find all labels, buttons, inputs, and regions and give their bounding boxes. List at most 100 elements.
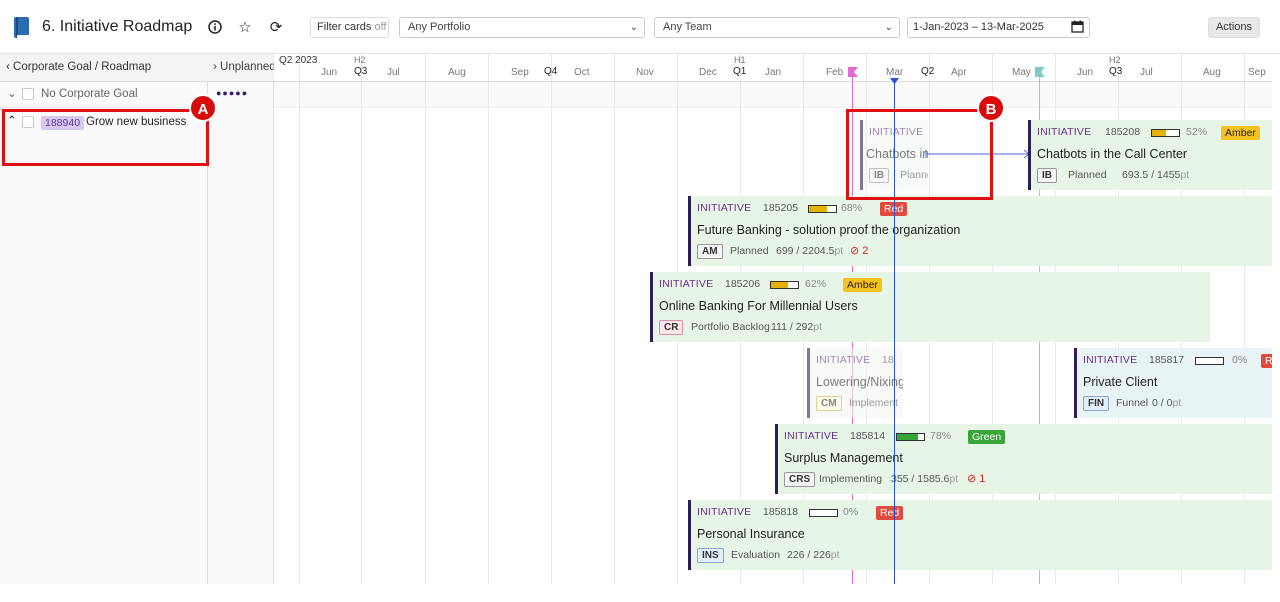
calendar-icon[interactable] [1071,20,1084,33]
half-label: H2 [1109,55,1121,65]
filter-cards-toggle[interactable]: Filter cards off [310,17,389,38]
row-checkbox[interactable] [22,88,34,100]
date-range-input[interactable]: 1-Jan-2023 – 13-Mar-2025 [907,17,1090,38]
card-points: 111 / 292pt [771,321,822,333]
card-id: 18 [882,354,894,366]
month-label: Oct [574,67,590,78]
month-label: Feb [826,67,844,78]
chevron-right-icon[interactable]: › [213,61,217,73]
card-status: Planned [730,245,769,257]
page-title: 6. Initiative Roadmap [42,18,193,35]
actions-button[interactable]: Actions [1208,17,1260,38]
rag-badge: Green [968,430,1006,444]
annotation-marker-b: B [977,94,1005,122]
initiative-card[interactable]: INITIATIVE 185814 78% Green Surplus Mana… [775,424,1272,494]
card-type: INITIATIVE [697,202,752,214]
initiative-card[interactable]: INITIATIVE 185817 0% R Private Client FI… [1074,348,1272,418]
month-label: Apr [951,67,967,78]
chevron-down-icon: ⌄ [884,22,893,33]
card-id: 185205 [763,202,799,214]
date-range-value: 1-Jan-2023 – 13-Mar-2025 [913,21,1044,33]
team-badge: AM [697,244,723,259]
card-type: INITIATIVE [816,354,871,366]
annotation-box-b [846,109,993,200]
rag-badge: R [1261,354,1272,368]
month-label: Sep [1248,67,1266,78]
rag-badge: Red [876,506,904,520]
half-label: H2 [354,55,366,65]
refresh-icon[interactable]: ⟳ [267,18,285,36]
card-id: 185208 [1105,126,1141,138]
card-points: 699 / 2204.5pt [776,245,844,257]
annotation-marker-a: A [189,94,217,122]
initiative-card[interactable]: INITIATIVE 185208 52% Amber Chatbots in … [1028,120,1272,190]
card-type: INITIATIVE [659,278,714,290]
unplanned-cards-indicator[interactable]: ●●●●● [216,88,248,98]
progress-bar [770,281,799,289]
blocked-icon: ⊘ 1 [967,473,986,485]
team-badge: CR [659,320,684,335]
unplanned-header[interactable]: › Unplanned [208,54,274,82]
team-badge: IB [1037,168,1057,183]
month-label: Nov [636,67,654,78]
card-name: Surplus Management [784,451,903,465]
card-name: Personal Insurance [697,527,805,541]
card-points: 355 / 1585.6pt [891,473,959,485]
progress-percent: 0% [843,506,859,518]
chevron-left-icon[interactable]: ‹ [6,61,10,73]
progress-bar [1195,357,1224,365]
month-label: Mar [886,67,904,78]
star-icon[interactable]: ☆ [236,18,254,36]
initiative-card[interactable]: INITIATIVE 18 Lowering/Nixing CM Impleme… [807,348,903,418]
no-goal-row[interactable]: ⌄ No Corporate Goal [0,82,208,108]
card-status: Portfolio Backlog [691,321,770,333]
card-id: 185206 [725,278,761,290]
year-label: Q2 2023 [279,55,318,66]
initiative-card[interactable]: INITIATIVE 185206 62% Amber Online Banki… [650,272,1210,342]
month-label: Aug [448,67,466,78]
chevron-down-icon[interactable]: ⌄ [7,82,17,106]
initiative-card[interactable]: INITIATIVE 185205 68% Red Future Banking… [688,196,1272,266]
initiative-card[interactable]: INITIATIVE 185818 0% Red Personal Insura… [688,500,1272,570]
month-label: Jan [765,67,782,78]
progress-bar [809,509,838,517]
month-label: Sep [511,67,529,78]
timeline: Q2 2023 H2 H1 H2 Q3 Q4 Q1 Q2 Q3 Jun Jul … [274,54,1272,584]
team-badge: INS [697,548,724,563]
filter-cards-label: Filter cards [317,21,372,33]
team-select[interactable]: Any Team ⌄ [654,17,900,38]
card-id: 185818 [763,506,799,518]
card-type: INITIATIVE [784,430,839,442]
card-status: Planned [1068,169,1107,181]
progress-bar [808,205,837,213]
card-name: Chatbots in the Call Center [1037,147,1188,161]
card-points: 0 / 0pt [1152,397,1182,409]
goal-panel-header[interactable]: ‹ Corporate Goal / Roadmap [0,54,208,82]
card-status: Funnel [1116,397,1149,409]
card-points: 693.5 / 1455pt [1122,169,1190,181]
info-icon[interactable] [206,18,224,36]
team-badge: CRS [784,472,816,487]
card-id: 185814 [850,430,886,442]
filter-state: off [374,21,387,33]
goal-panel-header-label: Corporate Goal / Roadmap [13,61,152,73]
card-type: INITIATIVE [697,506,752,518]
card-status: Evaluation [731,549,781,561]
portfolio-select[interactable]: Any Portfolio ⌄ [399,17,645,38]
rag-badge: Amber [843,278,882,292]
blocked-icon: ⊘ 2 [850,245,869,257]
toolbar: 6. Initiative Roadmap ☆ ⟳ Filter cards o… [0,0,1280,54]
progress-percent: 0% [1232,354,1248,366]
progress-bar [1151,129,1180,137]
chevron-down-icon: ⌄ [629,22,638,33]
progress-percent: 68% [841,202,863,214]
card-type: INITIATIVE [1037,126,1092,138]
rag-badge: Amber [1221,126,1260,140]
quarter-label: Q4 [544,66,558,77]
month-label: May [1012,67,1031,78]
month-label: Jun [1077,67,1094,78]
milestone-flag-icon[interactable] [1034,66,1046,78]
quarter-label: Q3 [1109,66,1123,77]
card-name: Future Banking - solution proof the orga… [697,223,961,237]
milestone-flag-icon[interactable] [847,66,859,78]
